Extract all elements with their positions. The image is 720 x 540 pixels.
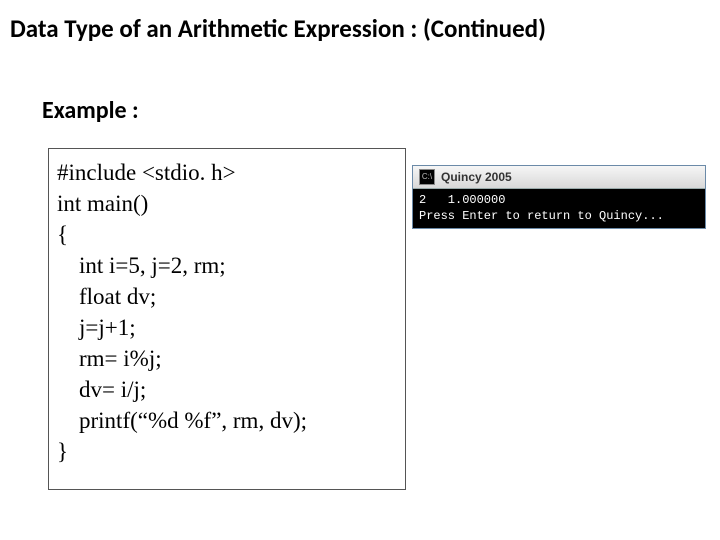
terminal-icon: C:\ <box>419 169 435 185</box>
console-line: Press Enter to return to Quincy... <box>419 209 664 223</box>
console-title-text: Quincy 2005 <box>441 170 512 184</box>
example-heading: Example : <box>42 96 139 125</box>
code-line: dv= i/j; <box>57 374 397 405</box>
console-output: 2 1.000000 Press Enter to return to Quin… <box>413 189 705 228</box>
code-line: int main() <box>57 188 397 219</box>
page-title: Data Type of an Arithmetic Expression : … <box>10 14 710 44</box>
code-line: } <box>57 436 397 467</box>
code-line: #include <stdio. h> <box>57 157 397 188</box>
slide: Data Type of an Arithmetic Expression : … <box>0 0 720 540</box>
console-window: C:\ Quincy 2005 2 1.000000 Press Enter t… <box>412 165 706 229</box>
code-line: rm= i%j; <box>57 343 397 374</box>
code-line: int i=5, j=2, rm; <box>57 250 397 281</box>
console-titlebar: C:\ Quincy 2005 <box>413 166 705 189</box>
code-line: j=j+1; <box>57 312 397 343</box>
code-line: float dv; <box>57 281 397 312</box>
code-line: { <box>57 219 397 250</box>
code-box: #include <stdio. h> int main() { int i=5… <box>48 148 406 490</box>
code-line: printf(“%d %f”, rm, dv); <box>57 405 397 436</box>
console-line: 2 1.000000 <box>419 193 505 207</box>
